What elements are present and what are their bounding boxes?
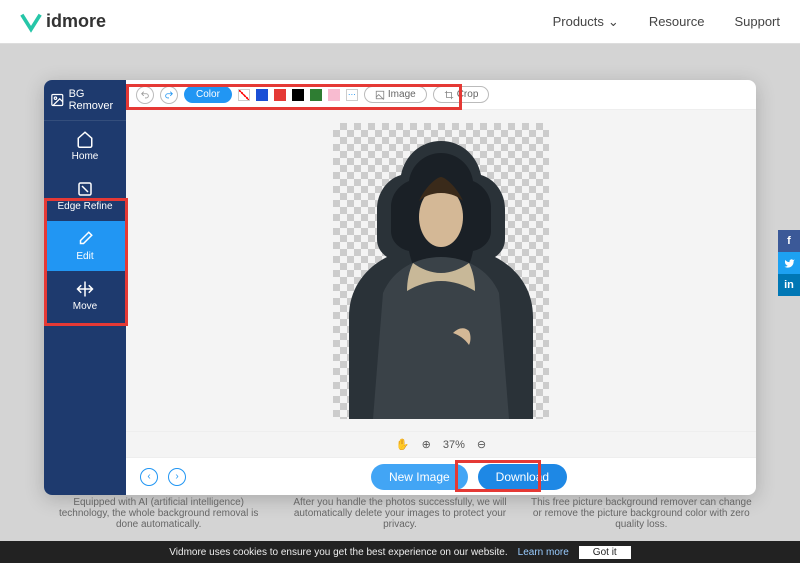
prev-button[interactable]: ‹ bbox=[140, 468, 158, 486]
social-rail: f in bbox=[778, 230, 800, 296]
swatch-red[interactable] bbox=[274, 89, 286, 101]
cookie-banner: Vidmore uses cookies to ensure you get t… bbox=[0, 541, 800, 563]
crop-icon bbox=[444, 90, 454, 100]
feature-columns: Equipped with AI (artificial intelligenc… bbox=[48, 497, 752, 530]
facebook-share[interactable]: f bbox=[778, 230, 800, 252]
top-nav: idmore Products⌄ Resource Support bbox=[0, 0, 800, 44]
subject-image bbox=[333, 123, 549, 419]
sidebar-label: Home bbox=[72, 151, 99, 162]
nav-products[interactable]: Products⌄ bbox=[553, 14, 619, 30]
sidebar-label: Move bbox=[73, 301, 97, 312]
cookie-gotit-button[interactable]: Got it bbox=[579, 546, 631, 559]
sidebar-item-edge-refine[interactable]: Edge Refine bbox=[44, 171, 126, 221]
download-button[interactable]: Download bbox=[478, 464, 567, 490]
crop-button[interactable]: Crop bbox=[433, 86, 490, 103]
pan-tool-icon[interactable]: ✋ bbox=[396, 438, 410, 451]
zoom-controls: ✋ ⊕ 37% ⊖ bbox=[126, 431, 756, 457]
chevron-down-icon: ⌄ bbox=[608, 14, 619, 30]
picture-icon bbox=[375, 90, 385, 100]
undo-button[interactable] bbox=[136, 86, 154, 104]
move-icon bbox=[76, 280, 94, 298]
swatch-blue[interactable] bbox=[256, 89, 268, 101]
nav-resource[interactable]: Resource bbox=[649, 14, 705, 30]
linkedin-share[interactable]: in bbox=[778, 274, 800, 296]
feature-col-2: After you handle the photos successfully… bbox=[289, 497, 510, 530]
feature-col-1: Equipped with AI (artificial intelligenc… bbox=[48, 497, 269, 530]
image-bg-button[interactable]: Image bbox=[364, 86, 427, 103]
canvas-area[interactable] bbox=[126, 110, 756, 431]
logo-icon bbox=[20, 11, 42, 33]
swatch-black[interactable] bbox=[292, 89, 304, 101]
app-title-text: BG Remover bbox=[69, 88, 120, 112]
swatch-transparent[interactable] bbox=[238, 89, 250, 101]
feature-col-3: This free picture background remover can… bbox=[531, 497, 752, 530]
next-button[interactable]: › bbox=[168, 468, 186, 486]
edit-toolbar: Color ⋯ Image Crop bbox=[126, 80, 756, 110]
app-title: BG Remover bbox=[44, 80, 126, 121]
bg-remover-app: BG Remover Home Edge Refine Edit Move Co… bbox=[44, 80, 756, 495]
sidebar-label: Edge Refine bbox=[57, 201, 112, 212]
sidebar-item-move[interactable]: Move bbox=[44, 271, 126, 321]
color-tab[interactable]: Color bbox=[184, 86, 232, 103]
redo-icon bbox=[164, 90, 174, 100]
sidebar-item-home[interactable]: Home bbox=[44, 121, 126, 171]
redo-button[interactable] bbox=[160, 86, 178, 104]
edge-refine-icon bbox=[76, 180, 94, 198]
home-icon bbox=[76, 130, 94, 148]
footer-bar: ‹ › New Image Download bbox=[126, 457, 756, 495]
more-colors-button[interactable]: ⋯ bbox=[346, 89, 358, 101]
image-canvas[interactable] bbox=[333, 123, 549, 419]
sidebar-item-edit[interactable]: Edit bbox=[44, 221, 126, 271]
zoom-percent: 37% bbox=[443, 439, 465, 451]
edit-icon bbox=[76, 230, 94, 248]
swatch-pink[interactable] bbox=[328, 89, 340, 101]
undo-icon bbox=[140, 90, 150, 100]
twitter-share[interactable] bbox=[778, 252, 800, 274]
swatch-green[interactable] bbox=[310, 89, 322, 101]
sidebar-label: Edit bbox=[76, 251, 93, 262]
cookie-text: Vidmore uses cookies to ensure you get t… bbox=[169, 547, 507, 558]
logo-text: idmore bbox=[46, 11, 106, 32]
nav-support[interactable]: Support bbox=[734, 14, 780, 30]
logo[interactable]: idmore bbox=[20, 11, 106, 33]
zoom-out-icon[interactable]: ⊖ bbox=[477, 438, 486, 451]
twitter-icon bbox=[784, 258, 795, 269]
sidebar: BG Remover Home Edge Refine Edit Move bbox=[44, 80, 126, 495]
zoom-in-icon[interactable]: ⊕ bbox=[422, 438, 431, 451]
cookie-learn-more[interactable]: Learn more bbox=[518, 547, 569, 558]
image-icon bbox=[50, 91, 65, 109]
main-panel: Color ⋯ Image Crop bbox=[126, 80, 756, 495]
new-image-button[interactable]: New Image bbox=[371, 464, 468, 490]
